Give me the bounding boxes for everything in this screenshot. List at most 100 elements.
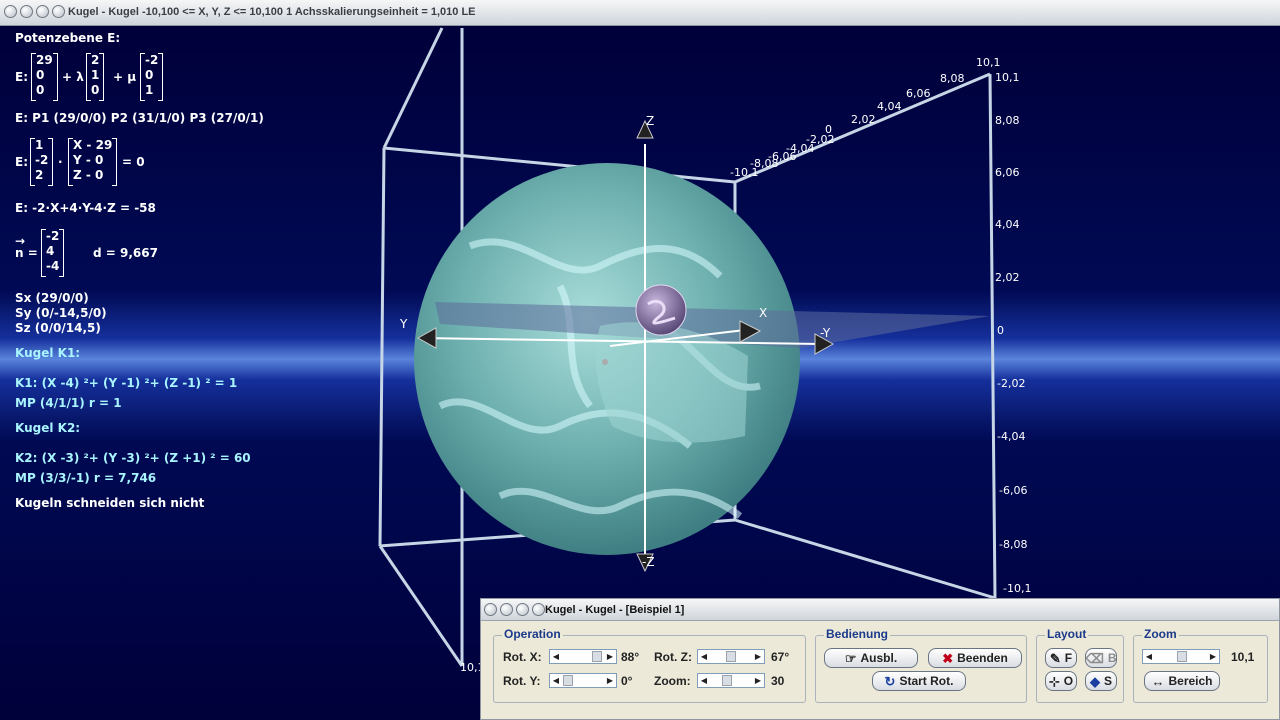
neg-z-axis-label: -Z — [642, 555, 655, 569]
left-arrow-icon[interactable]: ◀ — [550, 674, 562, 687]
left-arrow-icon[interactable]: ◀ — [698, 674, 710, 687]
trace-sy: Sy (0/-14,5/0) — [15, 306, 107, 320]
zoom-label: Zoom: — [654, 674, 691, 688]
window-controls — [4, 5, 65, 18]
right-arrow-icon[interactable]: ▶ — [752, 650, 764, 663]
normal-dot: · — [58, 155, 63, 169]
left-arrow-icon[interactable]: ◀ — [698, 650, 710, 663]
bucket-icon: ◆ — [1089, 673, 1100, 689]
slider-thumb[interactable] — [722, 675, 732, 686]
top-tick: 10,1 — [976, 56, 1001, 69]
range-value: 10,1 — [1231, 650, 1255, 664]
right-arrow-icon[interactable]: ▶ — [604, 650, 616, 663]
layout-s-button[interactable]: ◆ S — [1085, 671, 1117, 691]
plane-heading: Potenzebene E: — [15, 31, 121, 45]
rot-y-slider[interactable]: ◀ ▶ — [549, 673, 617, 688]
zoom-group-label: Zoom — [1142, 627, 1179, 641]
top-tick: 6,06 — [906, 87, 931, 100]
param-mu: + μ — [113, 70, 137, 84]
zoom-slider[interactable]: ◀ ▶ — [697, 673, 765, 688]
bedienung-label: Bedienung — [824, 627, 890, 641]
slider-thumb[interactable] — [1177, 651, 1187, 662]
top-tick: 2,02 — [851, 113, 876, 126]
slider-thumb[interactable] — [726, 651, 736, 662]
control-panel: Kugel - Kugel - [Beispiel 1] Operation R… — [480, 598, 1280, 720]
rot-z-label: Rot. Z: — [654, 650, 692, 664]
distance-d: d = 9,667 — [93, 246, 158, 260]
maximize-icon[interactable] — [36, 5, 49, 18]
panel-close-icon[interactable] — [484, 603, 497, 616]
zoom-value: 30 — [771, 674, 785, 688]
panel-maximize-icon[interactable] — [516, 603, 529, 616]
eraser-icon: ⌫ — [1085, 650, 1104, 666]
minimize-icon[interactable] — [20, 5, 33, 18]
k1-equation: K1: (X -4) ²+ (Y -1) ²+ (Z -1) ² = 1 — [15, 376, 238, 390]
panel-minimize-icon[interactable] — [500, 603, 513, 616]
crosshair-icon: ⊹ — [1048, 673, 1060, 689]
rot-x-label: Rot. X: — [503, 650, 542, 664]
layout-f-button[interactable]: ✎ F — [1045, 648, 1077, 668]
result-text: Kugeln schneiden sich nicht — [15, 496, 205, 510]
rot-y-label: Rot. Y: — [503, 674, 541, 688]
rot-z-slider[interactable]: ◀ ▶ — [697, 649, 765, 664]
right-tick: -10,1 — [1003, 582, 1032, 595]
rot-x-value: 88° — [621, 650, 640, 664]
right-tick: -6,06 — [999, 484, 1028, 497]
close-x-icon: ✖ — [942, 650, 954, 666]
normal-form-vector-2: X - 29 Y - 0Z - 0 — [68, 138, 118, 186]
k1-center-radius: MP (4/1/1) r = 1 — [15, 396, 122, 410]
coordinate-form: E: -2·X+4·Y-4·Z = -58 — [15, 201, 156, 215]
range-slider[interactable]: ◀ ▶ — [1142, 649, 1220, 664]
sphere-k1 — [635, 284, 687, 336]
trace-sz: Sz (0/0/14,5) — [15, 321, 101, 335]
ausblenden-button[interactable]: ☞ Ausbl. — [824, 648, 918, 668]
layout-b-button[interactable]: ⌫ B — [1085, 648, 1117, 668]
trace-sx: Sx (29/0/0) — [15, 291, 89, 305]
top-tick: 4,04 — [877, 100, 902, 113]
operation-label: Operation — [502, 627, 563, 641]
layout-label: Layout — [1045, 627, 1089, 641]
bereich-button[interactable]: ↔ Bereich — [1144, 671, 1220, 691]
start-rotation-button[interactable]: ↻ Start Rot. — [872, 671, 966, 691]
param-vector-2: 210 — [86, 53, 105, 101]
right-arrow-icon[interactable]: ▶ — [1207, 650, 1219, 663]
neg-y-axis-label: -Y — [820, 326, 831, 340]
plane-points: E: P1 (29/0/0) P2 (31/1/0) P3 (27/0/1) — [15, 111, 264, 125]
param-vector-3: -2 0 1 — [140, 53, 164, 101]
window-title: Kugel - Kugel -10,100 <= X, Y, Z <= 10,1… — [68, 6, 476, 18]
operation-group: Operation Rot. X: ◀ ▶ 88° Rot. Z: ◀ ▶ 67° … — [493, 627, 806, 703]
right-tick: 0 — [997, 324, 1004, 337]
panel-title: Kugel - Kugel - [Beispiel 1] — [545, 604, 685, 616]
top-tick: 0 — [825, 123, 832, 136]
range-icon: ↔ — [1151, 673, 1165, 689]
bedienung-group: Bedienung ☞ Ausbl. ✖ Beenden ↻ Start Rot. — [815, 627, 1027, 703]
slider-thumb[interactable] — [563, 675, 573, 686]
rot-z-value: 67° — [771, 650, 790, 664]
close-icon[interactable] — [4, 5, 17, 18]
right-tick: 6,06 — [995, 166, 1020, 179]
k1-heading: Kugel K1: — [15, 346, 81, 360]
y-axis-label: Y — [400, 317, 408, 331]
normal-vector: -2 4 -4 — [41, 229, 65, 277]
left-arrow-icon[interactable]: ◀ — [1143, 650, 1155, 663]
k2-center-radius: MP (3/3/-1) r = 7,746 — [15, 471, 157, 485]
point-marker — [602, 359, 608, 365]
slider-thumb[interactable] — [592, 651, 602, 662]
right-arrow-icon[interactable]: ▶ — [752, 674, 764, 687]
k2-equation: K2: (X -3) ²+ (Y -3) ²+ (Z +1) ² = 60 — [15, 451, 251, 465]
panel-window-controls — [484, 603, 545, 616]
normal-prefix: E: — [15, 155, 28, 169]
zoom-group: Zoom ◀ ▶ 10,1 ↔ Bereich — [1133, 627, 1268, 703]
rot-x-slider[interactable]: ◀ ▶ — [549, 649, 617, 664]
right-tick: 2,02 — [995, 271, 1020, 284]
right-tick: -4,04 — [997, 430, 1026, 443]
right-tick: -8,08 — [999, 538, 1028, 551]
k2-heading: Kugel K2: — [15, 421, 81, 435]
right-tick: -2,02 — [997, 377, 1026, 390]
right-tick: 4,04 — [995, 218, 1020, 231]
beenden-button[interactable]: ✖ Beenden — [928, 648, 1022, 668]
layout-o-button[interactable]: ⊹ O — [1045, 671, 1077, 691]
left-arrow-icon[interactable]: ◀ — [550, 650, 562, 663]
panel-titlebar: Kugel - Kugel - [Beispiel 1] — [481, 599, 1279, 621]
right-arrow-icon[interactable]: ▶ — [604, 674, 616, 687]
